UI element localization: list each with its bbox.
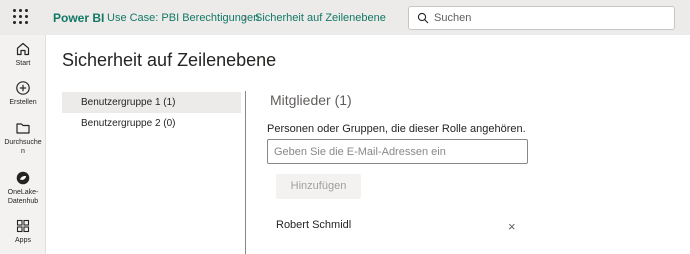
nav-item-start[interactable]: Start <box>0 41 46 68</box>
nav-label-onelake-1: OneLake- <box>7 189 39 196</box>
role-item-benutzergruppe-1[interactable]: Benutzergruppe 1 (1) <box>62 92 241 113</box>
nav-item-durchsuchen[interactable]: Durchsuche n <box>0 120 46 156</box>
search-placeholder: Suchen <box>434 12 472 24</box>
apps-icon <box>16 219 30 233</box>
member-name: Robert Schmidl <box>276 219 352 231</box>
nav-label-start: Start <box>15 60 31 67</box>
breadcrumb-workspace[interactable]: Use Case: PBI Berechtigungen <box>107 12 259 24</box>
nav-item-erstellen[interactable]: Erstellen <box>0 80 46 107</box>
email-input[interactable]: Geben Sie die E-Mail-Adressen ein <box>267 139 528 164</box>
nav-label-durchsuchen-1: Durchsuche <box>4 139 42 146</box>
top-bar: Power BI Use Case: PBI Berechtigungen › … <box>0 0 690 35</box>
page-title: Sicherheit auf Zeilenebene <box>62 50 277 70</box>
role-list: Benutzergruppe 1 (1) Benutzergruppe 2 (0… <box>62 92 241 134</box>
left-nav: Start Erstellen Durchsuche n OneLake- Da… <box>0 35 46 254</box>
home-icon <box>16 42 30 56</box>
nav-label-onelake-2: Datenhub <box>7 198 39 205</box>
breadcrumb-separator: › <box>243 10 247 24</box>
nav-item-apps[interactable]: Apps <box>0 218 46 245</box>
nav-label-erstellen: Erstellen <box>9 99 37 106</box>
nav-label-apps: Apps <box>15 237 31 244</box>
email-placeholder: Geben Sie die E-Mail-Adressen ein <box>274 146 446 158</box>
nav-label-durchsuchen-2: n <box>21 148 25 155</box>
onelake-icon <box>16 171 30 185</box>
add-button[interactable]: Hinzufügen <box>276 174 361 199</box>
search-input[interactable]: Suchen <box>408 6 675 30</box>
role-item-benutzergruppe-2[interactable]: Benutzergruppe 2 (0) <box>62 113 241 134</box>
search-icon <box>417 12 429 24</box>
members-description: Personen oder Gruppen, die dieser Rolle … <box>267 123 526 135</box>
main-content: Sicherheit auf Zeilenebene Benutzergrupp… <box>46 35 690 254</box>
app-launcher-icon[interactable] <box>13 9 31 27</box>
remove-member-icon[interactable]: × <box>508 219 516 234</box>
folder-icon <box>16 123 30 134</box>
divider <box>245 91 246 254</box>
nav-item-onelake-datenhub[interactable]: OneLake- Datenhub <box>0 170 46 206</box>
app-name[interactable]: Power BI <box>53 11 104 25</box>
breadcrumb-current: Sicherheit auf Zeilenebene <box>255 12 386 24</box>
plus-circle-icon <box>16 81 30 95</box>
members-title: Mitglieder (1) <box>270 92 352 108</box>
